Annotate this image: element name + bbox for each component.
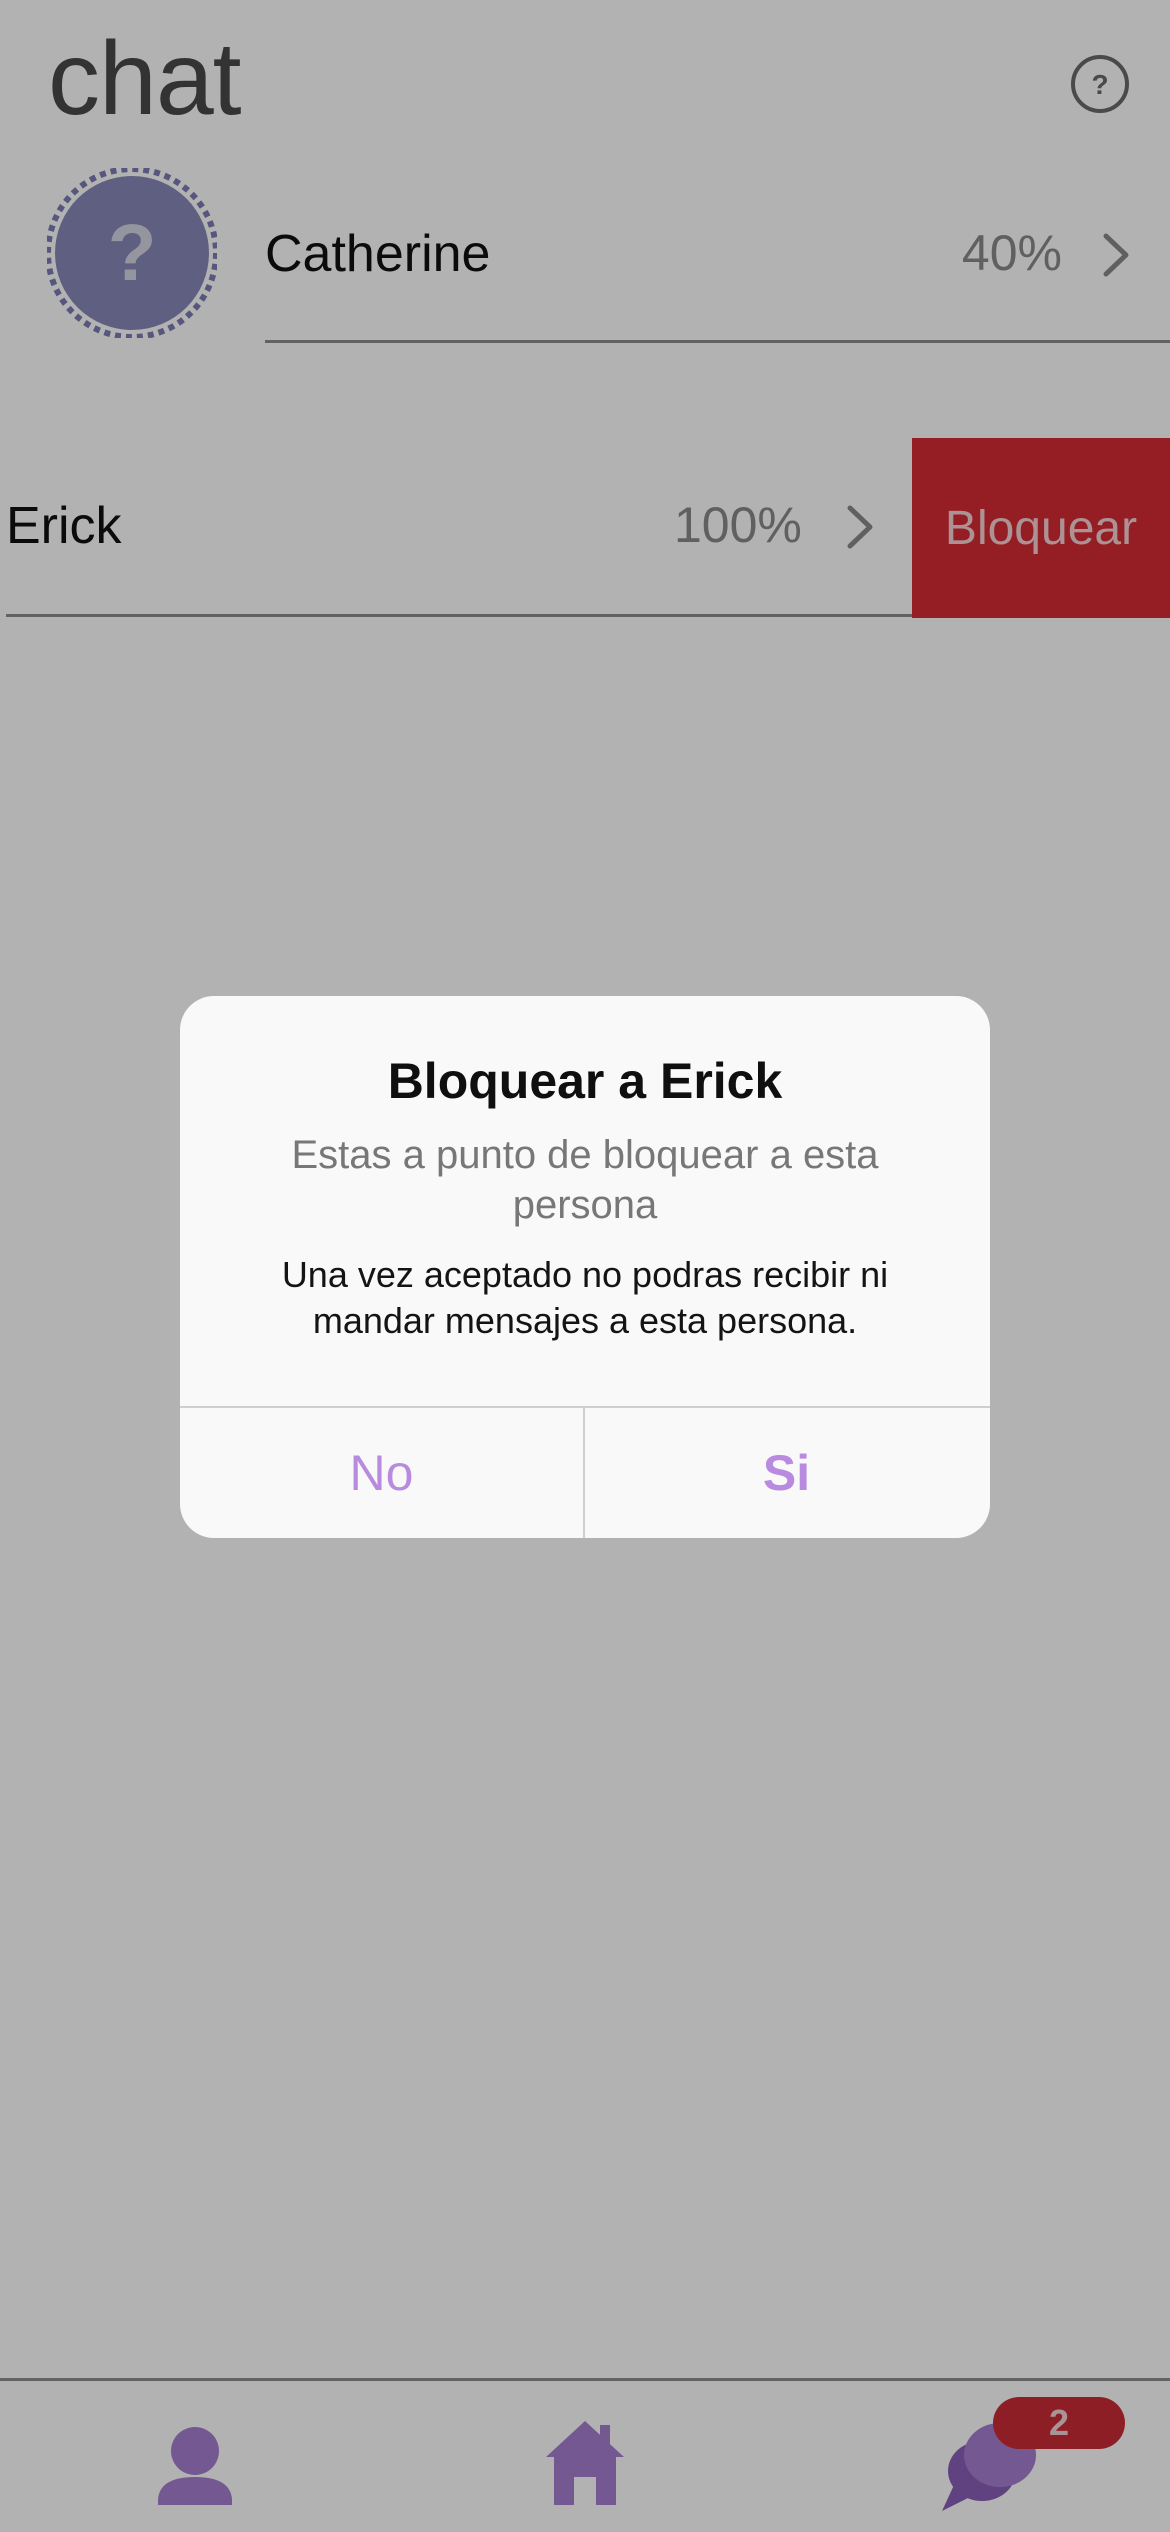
dialog-subtitle: Estas a punto de bloquear a esta persona <box>291 1133 879 1227</box>
dialog-message: Una vez aceptado no podras recibir ni ma… <box>281 1254 889 1341</box>
cancel-button[interactable]: No <box>180 1408 583 1538</box>
block-confirm-dialog: Bloquear a Erick Estas a punto de bloque… <box>180 996 990 1538</box>
chat-screen: chat ? ? Catherine 40% Erick 100% Bloque… <box>0 0 1170 2532</box>
dialog-title: Bloquear a Erick <box>387 1053 783 1109</box>
confirm-button[interactable]: Si <box>585 1408 988 1538</box>
